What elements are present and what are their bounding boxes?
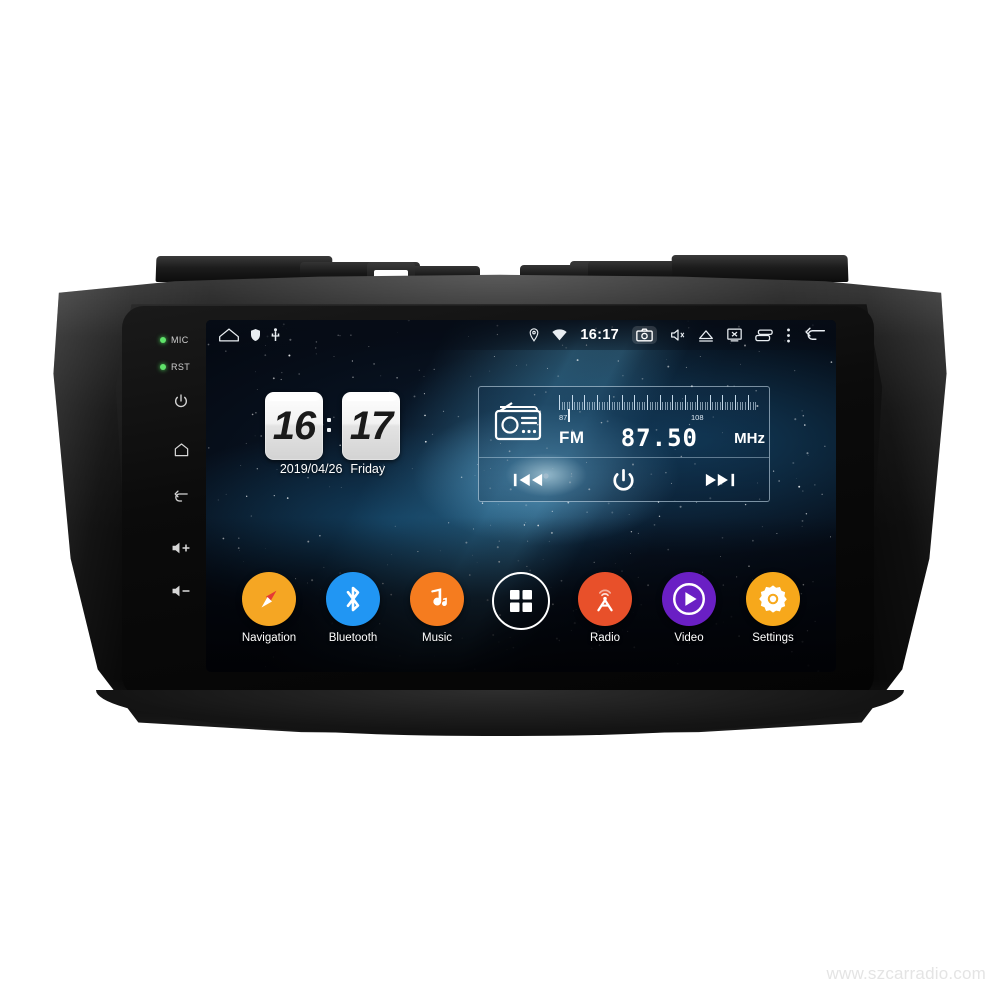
clock-hours: 16 xyxy=(272,404,316,448)
clock-date-row: 2019/04/26 Friday xyxy=(265,462,400,476)
bluetooth-icon xyxy=(326,572,380,626)
radio-scale-max-label: 108 xyxy=(691,413,704,422)
app-navigation[interactable]: Navigation xyxy=(236,572,302,644)
apps-grid-icon xyxy=(492,572,550,630)
clock-colon-icon xyxy=(327,418,331,436)
more-options-icon[interactable] xyxy=(786,328,791,343)
status-bar-right-group: 16:17 xyxy=(529,326,836,344)
clock-minutes: 17 xyxy=(349,404,393,448)
reset-label: RST xyxy=(171,362,191,372)
home-icon[interactable] xyxy=(218,327,240,343)
volume-down-button[interactable] xyxy=(168,580,194,602)
location-icon xyxy=(529,328,539,342)
mute-icon[interactable] xyxy=(670,328,685,342)
mic-led-icon xyxy=(160,337,166,343)
radio-power-button[interactable] xyxy=(610,467,637,494)
next-station-button[interactable] xyxy=(705,471,735,489)
reset-led-icon xyxy=(160,364,166,370)
flip-clock-widget[interactable]: 16 17 2019/04/26 Friday xyxy=(265,392,400,480)
app-settings[interactable]: Settings xyxy=(740,572,806,644)
power-button[interactable] xyxy=(168,390,194,412)
radio-band-label: FM xyxy=(559,428,585,447)
gear-icon xyxy=(746,572,800,626)
touchscreen-display[interactable]: 16:17 16 17 2019/04/26 Friday 87 108 FM … xyxy=(206,320,836,672)
home-button[interactable] xyxy=(168,438,194,460)
app-label-settings: Settings xyxy=(752,632,794,644)
radio-widget-controls xyxy=(479,457,769,502)
app-label-navigation: Navigation xyxy=(241,632,297,644)
music-note-icon xyxy=(410,572,464,626)
app-bluetooth[interactable]: Bluetooth xyxy=(320,572,386,644)
app-music[interactable]: Music xyxy=(404,572,470,644)
app-label-music: Music xyxy=(421,632,453,644)
radio-frequency-row: FM 87.50 MHz xyxy=(559,423,765,453)
screen-off-icon[interactable] xyxy=(727,328,742,342)
clock-minutes-card: 17 xyxy=(342,392,400,460)
app-label-bluetooth: Bluetooth xyxy=(328,632,378,644)
app-label-video: Video xyxy=(674,632,704,644)
mic-indicator: MIC xyxy=(160,330,204,350)
app-all-apps[interactable] xyxy=(488,572,554,636)
clock-hours-card: 16 xyxy=(265,392,323,460)
status-bar: 16:17 xyxy=(206,320,836,350)
status-bar-clock: 16:17 xyxy=(580,327,619,343)
trim-bottom-lip xyxy=(96,690,904,736)
clock-weekday: Friday xyxy=(350,462,386,476)
radio-icon xyxy=(493,399,545,443)
compass-icon xyxy=(242,572,296,626)
back-arrow-icon[interactable] xyxy=(804,327,826,343)
app-dock: Navigation Bluetooth Music Radio Video S… xyxy=(206,572,836,664)
shield-icon xyxy=(251,329,260,341)
product-photo: MIC RST 16:17 16 17 2019/04/26 Friday 87… xyxy=(0,0,1000,1000)
wifi-icon xyxy=(552,329,568,341)
radio-tower-icon xyxy=(578,572,632,626)
clock-date: 2019/04/26 xyxy=(279,462,343,476)
camera-icon[interactable] xyxy=(632,326,657,344)
radio-frequency-unit: MHz xyxy=(734,429,765,447)
app-radio[interactable]: Radio xyxy=(572,572,638,644)
usb-icon xyxy=(271,328,280,342)
recent-apps-icon[interactable] xyxy=(755,328,773,342)
radio-scale-min-label: 87 xyxy=(559,413,568,422)
mic-label: MIC xyxy=(171,335,189,345)
back-button[interactable] xyxy=(168,486,194,508)
volume-up-button[interactable] xyxy=(168,537,194,559)
hardware-key-column: MIC RST xyxy=(160,330,204,597)
radio-widget[interactable]: 87 108 FM 87.50 MHz xyxy=(478,386,770,502)
app-video[interactable]: Video xyxy=(656,572,722,644)
eject-icon[interactable] xyxy=(698,329,714,342)
reset-indicator[interactable]: RST xyxy=(160,357,204,377)
radio-frequency-scale xyxy=(559,394,756,418)
radio-widget-display: 87 108 FM 87.50 MHz xyxy=(479,387,769,457)
radio-tuner-cursor xyxy=(568,409,570,422)
previous-station-button[interactable] xyxy=(513,471,543,489)
app-label-radio: Radio xyxy=(589,632,621,644)
watermark: www.szcarradio.com xyxy=(826,964,986,983)
status-bar-left-group xyxy=(206,327,280,343)
radio-frequency-value: 87.50 xyxy=(620,424,698,452)
play-icon xyxy=(662,572,716,626)
